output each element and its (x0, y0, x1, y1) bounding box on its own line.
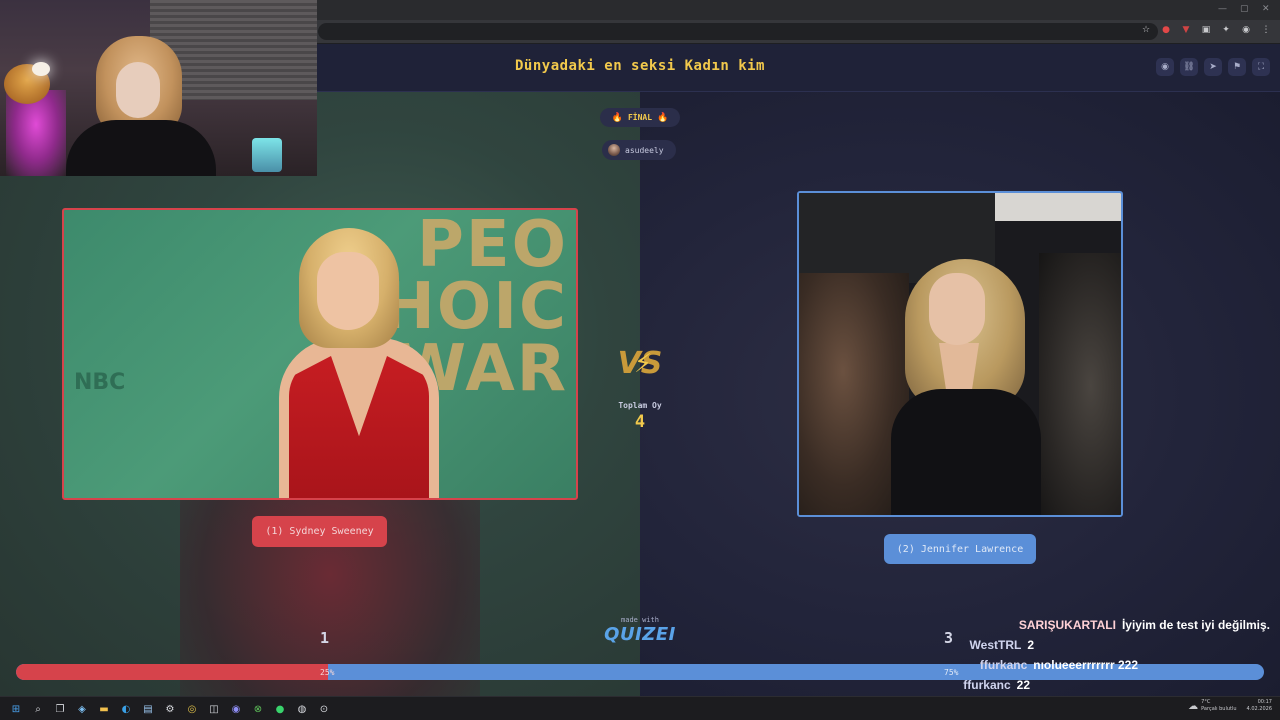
portrait-image (279, 228, 439, 498)
avatar (608, 144, 620, 156)
total-votes-label: Toplam Oy (618, 401, 662, 410)
extensions-icon[interactable]: ✦ (1220, 24, 1232, 36)
option-1-percent: 25% (320, 668, 335, 677)
link-icon[interactable]: ⛓ (1180, 58, 1198, 76)
screen: — ▢ ✕ ☆ ● ▼ ▣ ✦ ◉ ⋮ Dünyadaki en seksi K… (0, 0, 1280, 720)
spotify-icon[interactable]: ● (272, 701, 288, 717)
chat-text: İyiyim de test iyi değilmiş. (1121, 618, 1270, 632)
option-1-vote-count: 1 (320, 629, 330, 647)
vs-icon: VS ⚡ (617, 346, 663, 381)
fire-icon: 🔥 (611, 112, 623, 123)
settings-icon[interactable]: ⚙ (162, 701, 178, 717)
option-2-button[interactable]: (2) Jennifer Lawrence (884, 534, 1036, 564)
send-icon[interactable]: ➤ (1204, 58, 1222, 76)
address-bar-input[interactable] (318, 23, 1158, 40)
chat-text: nıolueeerrrrrrr 222 (1033, 658, 1138, 672)
clock[interactable]: 00:17 4.02.2026 (1247, 699, 1272, 713)
option-2-percent: 75% (944, 668, 959, 677)
chat-message: SARIŞUKARTALI İyiyim de test iyi değilmi… (1019, 618, 1270, 632)
chat-username: WestTRL (969, 638, 1022, 652)
profile-icon[interactable]: ◉ (1240, 24, 1252, 36)
option-2-vote-count: 3 (944, 629, 954, 647)
option-1-progress-fill (16, 664, 328, 680)
round-label: FİNAL (627, 113, 653, 122)
extension-puzzle-icon[interactable]: ▣ (1200, 24, 1212, 36)
xbox-icon[interactable]: ⊗ (250, 701, 266, 717)
cloud-icon: ☁ (1188, 700, 1199, 712)
taskbar: ⊞ ⌕ ❐ ◈ ▬ ◐ ▤ ⚙ ◎ ◫ ◉ ⊗ ● ◍ ⊙ ☁ 7°C Parç… (0, 696, 1280, 720)
round-badge: 🔥 FİNAL 🔥 (600, 108, 680, 127)
discord-icon[interactable]: ◉ (228, 701, 244, 717)
minimize-button[interactable]: — (1218, 4, 1227, 14)
chat-message: ffurkanc 22 (963, 678, 1030, 692)
windows-start-icon[interactable]: ⊞ (8, 701, 24, 717)
chat-username: ffurkanc (963, 678, 1011, 692)
chat-text: 22 (1016, 678, 1030, 692)
star-icon[interactable]: ☆ (1140, 24, 1152, 36)
option-1-button[interactable]: (1) Sydney Sweeney (252, 516, 387, 547)
option-2-image[interactable] (797, 191, 1123, 517)
chrome-icon[interactable]: ◎ (184, 701, 200, 717)
weather-desc: Parçalı bulutlu (1201, 706, 1237, 712)
clock-time: 00:17 (1257, 699, 1272, 705)
widgets-icon[interactable]: ◈ (74, 701, 90, 717)
system-tray: ☁ 7°C Parçalı bulutlu 00:17 4.02.2026 (1188, 699, 1272, 713)
steam-icon[interactable]: ◍ (294, 701, 310, 717)
camera-icon[interactable]: ◫ (206, 701, 222, 717)
eye-icon[interactable]: ◉ (1156, 58, 1174, 76)
extension-shield-icon[interactable]: ▼ (1180, 24, 1192, 36)
fire-icon: 🔥 (657, 112, 669, 123)
made-with-label: made with (621, 616, 659, 624)
edge-icon[interactable]: ◐ (118, 701, 134, 717)
store-icon[interactable]: ▤ (140, 701, 156, 717)
chat-text: 2 (1027, 638, 1034, 652)
clock-date: 4.02.2026 (1246, 706, 1272, 712)
file-explorer-icon[interactable]: ▬ (96, 701, 112, 717)
creator-name: asudeely (625, 145, 664, 155)
menu-icon[interactable]: ⋮ (1260, 24, 1272, 36)
weather-widget[interactable]: ☁ 7°C Parçalı bulutlu (1188, 699, 1236, 713)
flag-icon[interactable]: ⚑ (1228, 58, 1246, 76)
close-window-button[interactable]: ✕ (1262, 4, 1270, 14)
webcam-overlay (0, 0, 317, 176)
extension-red-icon[interactable]: ● (1160, 24, 1172, 36)
creator-badge[interactable]: asudeely (602, 140, 676, 160)
chat-username: SARIŞUKARTALI (1018, 618, 1116, 632)
total-votes-value: 4 (634, 412, 646, 432)
search-icon[interactable]: ⌕ (30, 701, 46, 717)
chat-message: ffurkanc nıolueeerrrrrrr 222 (980, 658, 1138, 672)
weather-temp: 7°C (1201, 699, 1211, 705)
obs-icon[interactable]: ⊙ (316, 701, 332, 717)
brand-logo[interactable]: QUIZEI (604, 624, 676, 645)
maximize-button[interactable]: ▢ (1240, 4, 1249, 14)
chat-username: ffurkanc (979, 658, 1028, 672)
backdrop-logo-image: NBC (74, 370, 126, 395)
fullscreen-icon[interactable]: ⛶ (1252, 58, 1270, 76)
task-view-icon[interactable]: ❐ (52, 701, 68, 717)
option-1-image[interactable]: PEO CHOIC WAR NBC (62, 208, 578, 500)
chat-message: WestTRL 2 (970, 638, 1034, 652)
